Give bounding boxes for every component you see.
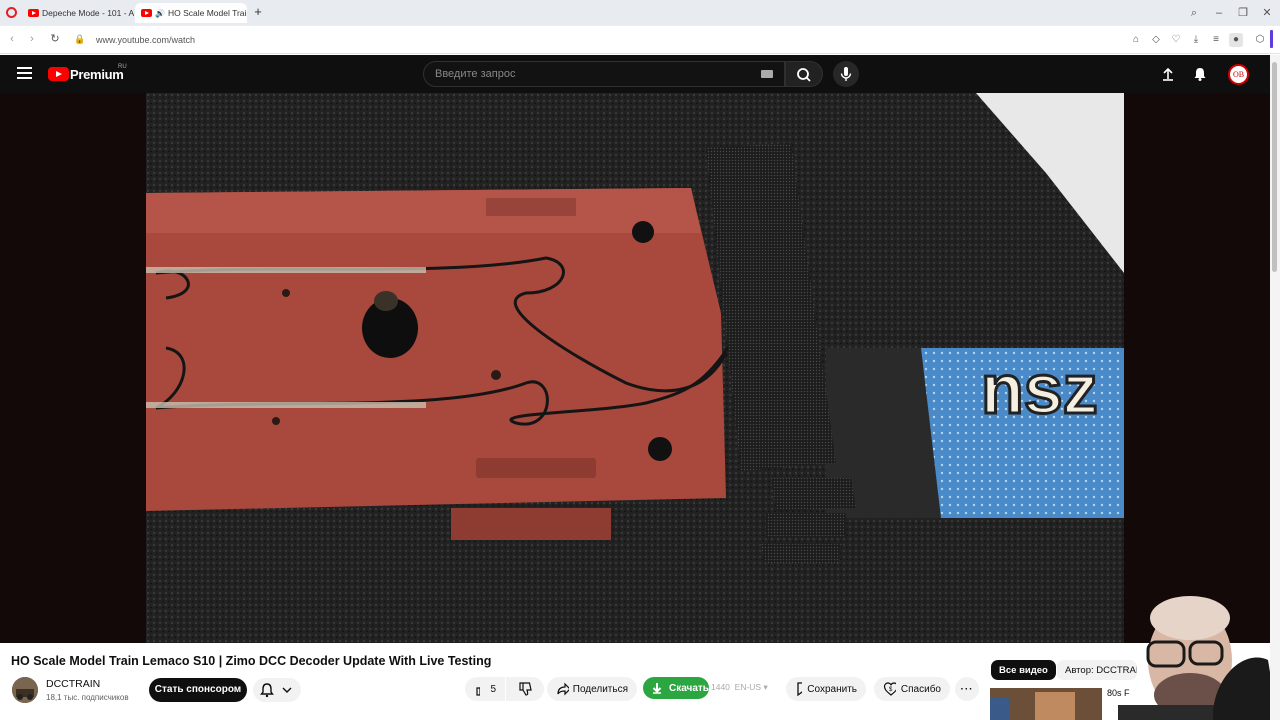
video-pillarbox-left [0,93,146,643]
speaker-icon[interactable]: 🔊 [155,9,165,18]
video-player[interactable]: nsz [146,93,1124,643]
thanks-button[interactable]: $ Спасибо [874,677,950,701]
download-icon[interactable]: ⤓ [1189,33,1203,47]
like-button[interactable]: 5 [465,677,505,701]
youtube-premium-logo[interactable]: Premium [70,67,124,82]
subscriber-count: 18,1 тыс. подписчиков [46,693,129,702]
search-input[interactable]: Введите запрос [423,61,785,87]
upload-icon[interactable] [1160,66,1176,82]
tab-search-icon[interactable]: ⌕ [1186,5,1202,21]
lock-icon[interactable]: 🔒 [73,32,87,46]
tab-label: Depeche Mode - 101 - A [42,8,134,18]
download-label: Скачать [669,682,709,694]
thumbs-up-icon [476,686,481,696]
download-button[interactable]: Скачать [643,677,709,699]
webcam-overlay [1118,590,1278,720]
microphone-icon [840,67,852,81]
video-pillarbox-right [1124,93,1270,643]
share-label: Поделиться [572,683,628,695]
chevron-down-icon [282,687,292,693]
search-button[interactable] [785,61,823,87]
back-button[interactable]: ‹ [5,32,19,46]
camera-icon[interactable]: ⌂ [1129,33,1143,47]
restore-button[interactable]: ❐ [1235,5,1251,21]
extension-icon[interactable]: ⬡ [1253,33,1267,47]
like-count: 5 [490,683,496,695]
video-frame: nsz [146,93,1124,643]
notifications-bell-icon[interactable] [1192,66,1208,82]
subscription-bell-button[interactable] [253,678,301,702]
bookmark-icon [797,682,803,697]
tab-depeche-mode[interactable]: Depeche Mode - 101 - A [22,3,134,23]
bell-icon [260,683,274,698]
channel-avatar[interactable] [12,677,38,703]
thumbs-down-icon [519,682,532,696]
hamburger-menu-icon[interactable] [17,67,32,79]
keyboard-icon[interactable] [761,70,773,78]
download-arrow-icon [652,683,662,694]
tab-ho-scale-model-train[interactable]: 🔊 HO Scale Model Train [135,3,247,23]
share-icon [557,682,569,696]
thanks-heart-icon: $ [883,682,896,696]
tab-label: HO Scale Model Train [167,8,247,18]
new-tab-button[interactable]: + [251,5,265,19]
shield-icon[interactable]: ◇ [1149,33,1163,47]
more-actions-button[interactable]: ··· [955,677,979,701]
reload-button[interactable]: ↻ [48,32,62,46]
share-button[interactable]: Поделиться [547,677,637,701]
chip-label: Все видео [999,664,1048,676]
blue-sign-graphic: nsz [981,350,1098,428]
youtube-favicon-icon [141,9,152,17]
region-label: RU [118,64,127,70]
sponsor-button[interactable]: Стать спонсором [149,678,247,702]
chevron-down-icon: ▾ [763,682,768,692]
close-button[interactable]: ✕ [1259,5,1275,21]
channel-name[interactable]: DCCTRAIN [46,678,100,690]
save-button[interactable]: Сохранить [786,677,866,701]
minimize-button[interactable]: – [1211,5,1227,21]
voice-search-button[interactable] [833,61,859,87]
scrollbar-thumb[interactable] [1272,62,1277,272]
url-field[interactable]: www.youtube.com/watch [96,35,195,45]
sidebar-accent [1270,30,1273,48]
search-icon [797,68,811,82]
download-quality: 1440 [711,682,730,692]
chip-all-videos[interactable]: Все видео [991,660,1056,680]
svg-text:$: $ [889,687,893,693]
thanks-label: Спасибо [900,683,941,695]
youtube-favicon-icon [28,9,39,17]
dislike-button[interactable] [506,677,544,701]
heart-icon[interactable]: ♡ [1169,33,1183,47]
opera-logo-icon[interactable] [6,7,17,18]
menu-icon[interactable]: ≡ [1209,33,1223,47]
related-video-thumbnail[interactable] [990,688,1102,720]
account-avatar[interactable]: OB [1228,64,1249,85]
download-language: EN-US [734,682,762,692]
save-label: Сохранить [807,683,857,695]
search-placeholder: Введите запрос [435,68,516,80]
video-title: HO Scale Model Train Lemaco S10 | Zimo D… [11,654,492,668]
download-quality-selector[interactable]: 1440 EN-US ▾ [711,682,768,693]
profile-icon[interactable]: ● [1229,33,1243,47]
forward-button[interactable]: › [25,32,39,46]
youtube-logo-icon[interactable] [48,67,69,81]
